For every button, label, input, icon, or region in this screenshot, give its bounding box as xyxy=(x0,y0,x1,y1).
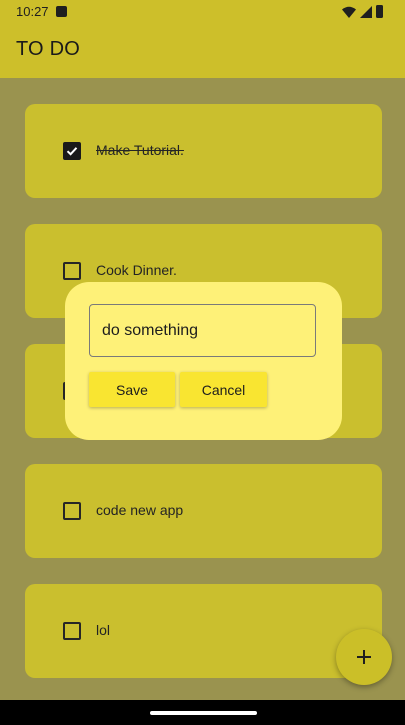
notification-icon xyxy=(56,6,67,17)
plus-icon xyxy=(357,650,371,664)
add-task-button[interactable] xyxy=(336,629,392,685)
task-label: Cook Dinner. xyxy=(96,262,177,278)
cancel-button[interactable]: Cancel xyxy=(180,372,267,407)
status-time: 10:27 xyxy=(16,4,49,19)
wifi-icon xyxy=(342,6,356,18)
status-icons xyxy=(342,5,383,18)
home-handle[interactable] xyxy=(150,711,257,715)
task-checkbox[interactable] xyxy=(63,622,81,640)
task-checkbox[interactable] xyxy=(63,502,81,520)
signal-icon xyxy=(360,5,372,18)
task-input[interactable]: do something xyxy=(89,304,316,357)
app-bar: TO DO xyxy=(0,24,405,78)
task-input-value: do something xyxy=(102,322,199,339)
page-title: TO DO xyxy=(16,38,80,60)
battery-icon xyxy=(376,5,383,18)
task-label: lol xyxy=(96,622,111,638)
task-label: code new app xyxy=(96,502,184,518)
new-task-dialog: do something Save Cancel xyxy=(65,282,342,440)
task-card[interactable]: lol xyxy=(25,584,382,678)
task-label: Make Tutorial. xyxy=(96,142,184,158)
status-bar: 10:27 xyxy=(0,0,405,24)
task-card[interactable]: code new app xyxy=(25,464,382,558)
check-icon xyxy=(66,147,78,156)
task-checkbox[interactable] xyxy=(63,142,81,160)
system-nav-bar xyxy=(0,700,405,725)
task-card[interactable]: Make Tutorial. xyxy=(25,104,382,198)
task-checkbox[interactable] xyxy=(63,262,81,280)
save-button[interactable]: Save xyxy=(89,372,175,407)
